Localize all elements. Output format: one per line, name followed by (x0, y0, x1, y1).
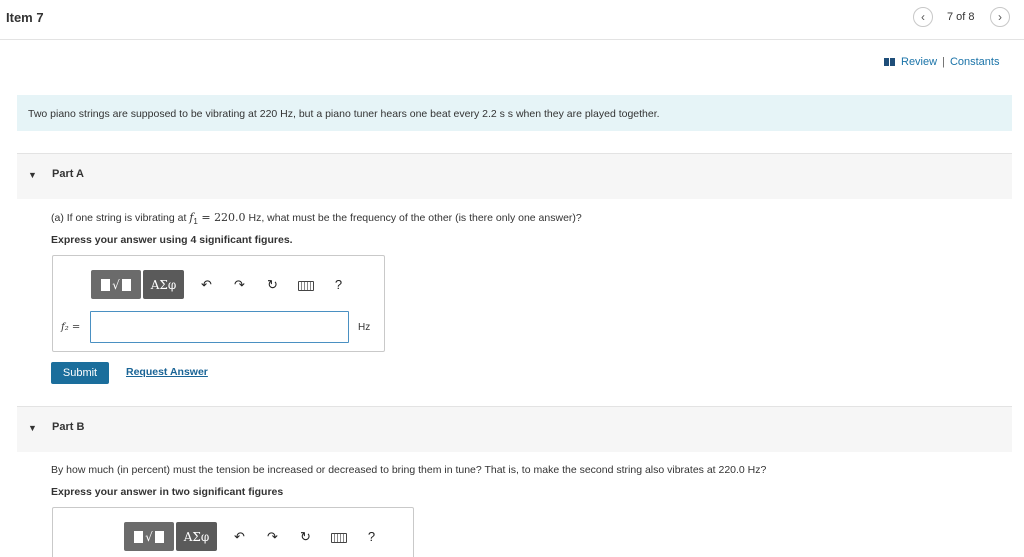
undo-icon[interactable]: ↶ (223, 529, 256, 545)
templates-button[interactable]: √ (91, 270, 141, 299)
part-a-header[interactable]: ▼ Part A (17, 153, 1012, 199)
part-b-instruction: Express your answer in two significant f… (51, 486, 284, 498)
part-a-label: Part A (52, 168, 84, 180)
templates-button[interactable]: √ (124, 522, 174, 551)
review-constants-links: Review | Constants (884, 56, 999, 68)
constants-link[interactable]: Constants (950, 56, 1000, 68)
part-a-answer-box: √ ΑΣφ ↶ ↷ ↻ ? f₂ = Hz (52, 255, 385, 352)
keyboard-icon[interactable] (322, 529, 355, 544)
link-separator: | (942, 56, 945, 68)
redo-icon[interactable]: ↷ (223, 277, 256, 293)
book-icon (884, 58, 895, 66)
request-answer-link[interactable]: Request Answer (126, 366, 208, 378)
reset-icon[interactable]: ↻ (256, 277, 289, 293)
template-box-icon (121, 278, 131, 291)
part-b-header[interactable]: ▼ Part B (17, 406, 1012, 452)
question-value: 220.0 (214, 211, 246, 224)
part-a-question: (a) If one string is vibrating at f1 = 2… (51, 211, 582, 226)
part-b-label: Part B (52, 421, 85, 433)
help-icon[interactable]: ? (322, 277, 355, 292)
template-icon (134, 530, 144, 543)
page-count: 7 of 8 (947, 11, 975, 23)
undo-icon[interactable]: ↶ (190, 277, 223, 293)
intro-text: Two piano strings are supposed to be vib… (28, 108, 660, 120)
sqrt-icon: √ (112, 277, 120, 292)
review-link[interactable]: Review (901, 56, 937, 68)
template-box-icon (154, 530, 164, 543)
greek-symbols-button[interactable]: ΑΣφ (143, 270, 184, 299)
question-equals: = (197, 211, 215, 224)
chevron-left-icon[interactable]: ‹ (913, 7, 933, 27)
f2-answer-input[interactable] (90, 311, 349, 343)
caret-down-icon[interactable]: ▼ (28, 423, 37, 433)
question-suffix: Hz, what must be the frequency of the ot… (245, 212, 582, 224)
part-a-instruction: Express your answer using 4 significant … (51, 234, 293, 246)
part-b-question: By how much (in percent) must the tensio… (51, 464, 767, 476)
problem-intro: Two piano strings are supposed to be vib… (17, 95, 1012, 131)
part-b-answer-box: √ ΑΣφ ↶ ↷ ↻ ? (52, 507, 414, 557)
item-title: Item 7 (6, 10, 44, 25)
redo-icon[interactable]: ↷ (256, 529, 289, 545)
math-toolbar: √ ΑΣφ ↶ ↷ ↻ ? (124, 522, 388, 551)
submit-button[interactable]: Submit (51, 362, 109, 384)
top-bar: Item 7 ‹ 7 of 8 › (0, 0, 1024, 40)
question-prefix: (a) If one string is vibrating at (51, 212, 190, 224)
caret-down-icon[interactable]: ▼ (28, 170, 37, 180)
reset-icon[interactable]: ↻ (289, 529, 322, 545)
f2-label: f₂ = (61, 322, 81, 333)
chevron-right-icon[interactable]: › (990, 7, 1010, 27)
math-toolbar: √ ΑΣφ ↶ ↷ ↻ ? (91, 270, 355, 299)
template-icon (101, 278, 111, 291)
sqrt-icon: √ (145, 529, 153, 544)
unit-label: Hz (358, 322, 371, 333)
help-icon[interactable]: ? (355, 529, 388, 544)
keyboard-icon[interactable] (289, 277, 322, 292)
greek-symbols-button[interactable]: ΑΣφ (176, 522, 217, 551)
